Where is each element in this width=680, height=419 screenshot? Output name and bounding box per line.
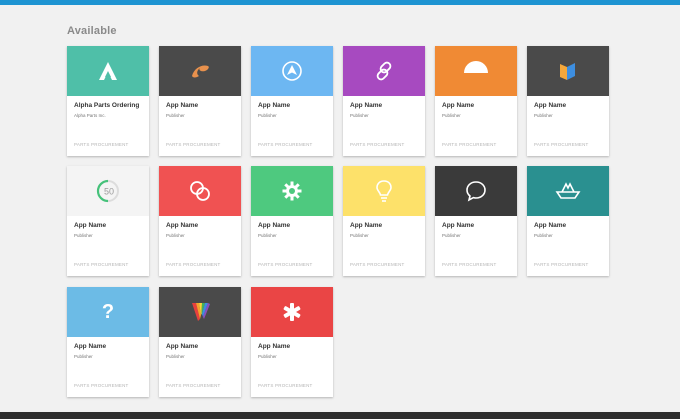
app-category: PARTS PROCUREMENT bbox=[350, 262, 405, 267]
navigation-arrow-icon bbox=[282, 61, 302, 81]
app-publisher: Publisher bbox=[534, 233, 553, 238]
app-name: App Name bbox=[350, 102, 383, 109]
app-card[interactable]: App Name Publisher PARTS PROCUREMENT bbox=[435, 46, 517, 156]
app-category: PARTS PROCUREMENT bbox=[442, 262, 497, 267]
app-banner bbox=[343, 166, 425, 216]
app-banner: 50 bbox=[67, 166, 149, 216]
lightbulb-icon bbox=[376, 180, 392, 202]
app-publisher: Publisher bbox=[442, 113, 461, 118]
app-card[interactable]: Alpha Parts Ordering Alpha Parts Inc. PA… bbox=[67, 46, 149, 156]
app-publisher: Publisher bbox=[258, 113, 277, 118]
rainbow-v-icon bbox=[192, 303, 210, 321]
app-card[interactable]: App Name Publisher PARTS PROCUREMENT bbox=[435, 166, 517, 276]
app-category: PARTS PROCUREMENT bbox=[74, 383, 129, 388]
app-category: PARTS PROCUREMENT bbox=[258, 262, 313, 267]
app-card[interactable]: App Name Publisher PARTS PROCUREMENT bbox=[159, 46, 241, 156]
app-name: App Name bbox=[442, 222, 475, 229]
app-card[interactable]: App Name Publisher PARTS PROCUREMENT bbox=[159, 287, 241, 397]
app-publisher: Publisher bbox=[74, 233, 93, 238]
app-publisher: Publisher bbox=[350, 233, 369, 238]
app-name: App Name bbox=[350, 222, 383, 229]
progress-ring-icon: 50 bbox=[96, 179, 119, 203]
app-publisher: Publisher bbox=[166, 113, 185, 118]
app-card[interactable]: 50 App Name Publisher PARTS PROCUREMENT bbox=[67, 166, 149, 276]
app-category: PARTS PROCUREMENT bbox=[74, 142, 129, 147]
app-name: App Name bbox=[258, 222, 291, 229]
app-publisher: Publisher bbox=[350, 113, 369, 118]
app-category: PARTS PROCUREMENT bbox=[166, 262, 221, 267]
section-title: Available bbox=[67, 25, 117, 37]
app-publisher: Publisher bbox=[258, 233, 277, 238]
app-banner bbox=[159, 287, 241, 337]
app-card[interactable]: App Name Publisher PARTS PROCUREMENT bbox=[251, 46, 333, 156]
app-banner bbox=[435, 166, 517, 216]
app-publisher: Publisher bbox=[258, 354, 277, 359]
app-category: PARTS PROCUREMENT bbox=[442, 142, 497, 147]
app-card[interactable]: App Name Publisher PARTS PROCUREMENT bbox=[159, 166, 241, 276]
book-icon bbox=[560, 63, 575, 80]
app-publisher: Publisher bbox=[166, 354, 185, 359]
app-category: PARTS PROCUREMENT bbox=[166, 142, 221, 147]
app-banner bbox=[159, 166, 241, 216]
app-banner bbox=[67, 46, 149, 96]
app-category: PARTS PROCUREMENT bbox=[534, 262, 589, 267]
app-name: App Name bbox=[258, 102, 291, 109]
rings-icon bbox=[190, 181, 210, 201]
gear-icon bbox=[282, 181, 302, 201]
app-name: App Name bbox=[534, 222, 567, 229]
app-category: PARTS PROCUREMENT bbox=[350, 142, 405, 147]
mountain-a-icon bbox=[99, 62, 117, 80]
app-banner bbox=[159, 46, 241, 96]
app-publisher: Publisher bbox=[442, 233, 461, 238]
app-card[interactable]: App Name Publisher PARTS PROCUREMENT bbox=[251, 166, 333, 276]
app-name: App Name bbox=[534, 102, 567, 109]
app-card[interactable]: ? App Name Publisher PARTS PROCUREMENT bbox=[67, 287, 149, 397]
app-category: PARTS PROCUREMENT bbox=[258, 142, 313, 147]
orange-swoosh-icon bbox=[192, 65, 209, 78]
app-publisher: Alpha Parts Inc. bbox=[74, 113, 106, 118]
app-banner bbox=[435, 46, 517, 96]
app-publisher: Publisher bbox=[166, 233, 185, 238]
app-banner: ? bbox=[67, 287, 149, 337]
chat-bubble-icon bbox=[466, 181, 486, 202]
asterisk-icon bbox=[283, 303, 301, 321]
app-publisher: Publisher bbox=[74, 354, 93, 359]
question-icon: ? bbox=[101, 300, 115, 323]
app-name: App Name bbox=[442, 102, 475, 109]
link-icon bbox=[376, 61, 392, 81]
app-banner bbox=[527, 46, 609, 96]
app-category: PARTS PROCUREMENT bbox=[258, 383, 313, 388]
app-category: PARTS PROCUREMENT bbox=[534, 142, 589, 147]
app-name: App Name bbox=[166, 222, 199, 229]
app-card[interactable]: App Name Publisher PARTS PROCUREMENT bbox=[527, 46, 609, 156]
app-card[interactable]: App Name Publisher PARTS PROCUREMENT bbox=[343, 166, 425, 276]
app-banner bbox=[527, 166, 609, 216]
paper-boat-icon bbox=[555, 182, 581, 199]
app-banner bbox=[343, 46, 425, 96]
progress-value: 50 bbox=[104, 187, 114, 197]
app-card[interactable]: App Name Publisher PARTS PROCUREMENT bbox=[343, 46, 425, 156]
bottom-bar bbox=[0, 412, 680, 419]
app-category: PARTS PROCUREMENT bbox=[74, 262, 129, 267]
app-card[interactable]: App Name Publisher PARTS PROCUREMENT bbox=[251, 287, 333, 397]
app-banner bbox=[251, 166, 333, 216]
top-accent-bar bbox=[0, 0, 680, 5]
half-circle-icon bbox=[464, 61, 488, 73]
app-banner bbox=[251, 287, 333, 337]
app-name: Alpha Parts Ordering bbox=[74, 102, 140, 109]
app-card[interactable]: App Name Publisher PARTS PROCUREMENT bbox=[527, 166, 609, 276]
app-name: App Name bbox=[74, 222, 107, 229]
app-name: App Name bbox=[166, 343, 199, 350]
app-name: App Name bbox=[258, 343, 291, 350]
app-name: App Name bbox=[166, 102, 199, 109]
app-category: PARTS PROCUREMENT bbox=[166, 383, 221, 388]
app-name: App Name bbox=[74, 343, 107, 350]
app-publisher: Publisher bbox=[534, 113, 553, 118]
app-banner bbox=[251, 46, 333, 96]
